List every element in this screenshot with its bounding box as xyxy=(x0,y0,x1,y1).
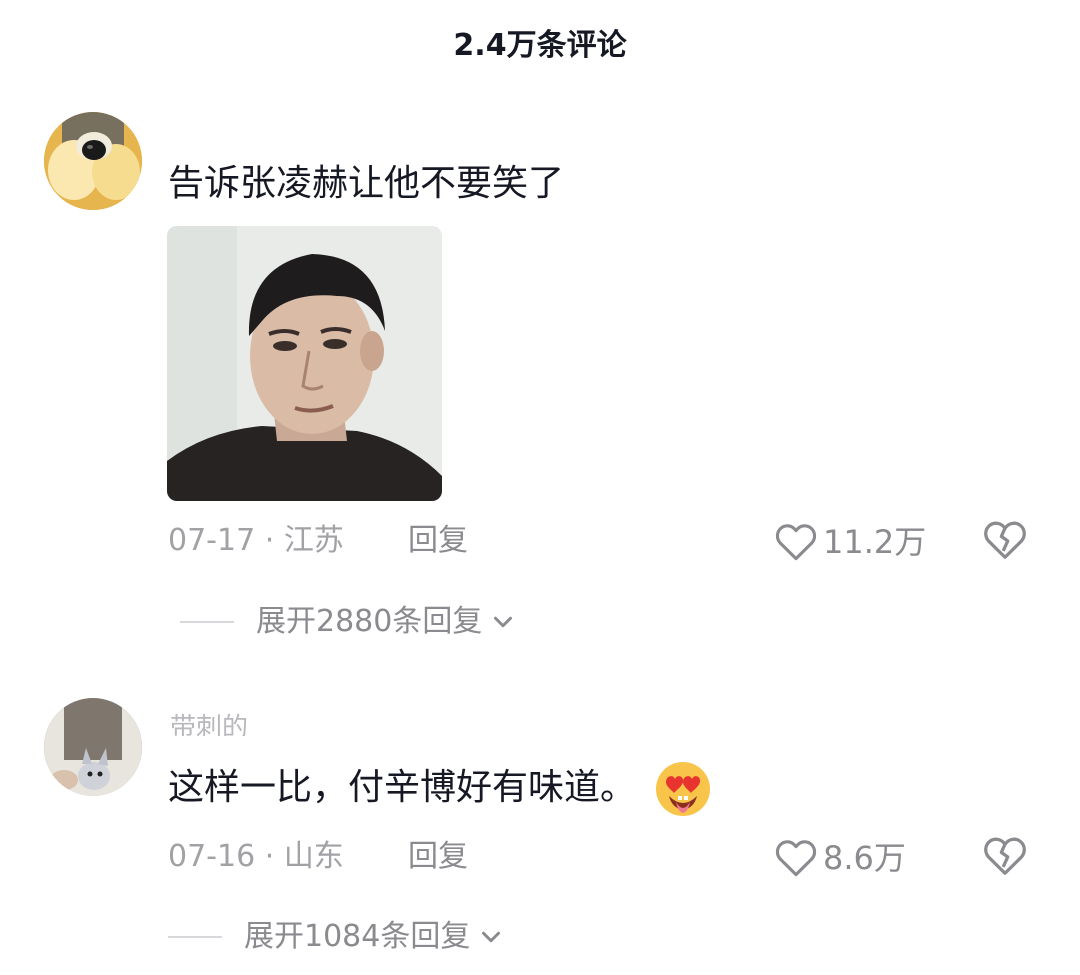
avatar-dog-image xyxy=(44,112,142,210)
chevron-down-icon xyxy=(482,931,501,943)
broken-heart-icon xyxy=(984,521,1026,559)
man-portrait-image xyxy=(167,226,442,501)
comment-image[interactable] xyxy=(167,226,442,501)
chevron-down-icon xyxy=(494,616,513,628)
expand-replies-button[interactable]: 展开2880条回复 xyxy=(180,602,518,642)
expand-divider xyxy=(168,936,222,938)
expand-replies-label: 展开2880条回复 xyxy=(256,604,483,639)
avatar[interactable] xyxy=(44,698,142,796)
comment-date: 07-17 xyxy=(168,523,256,558)
expand-replies-button[interactable]: 展开1084条回复 xyxy=(168,917,506,957)
comment-date: 07-16 xyxy=(168,839,256,874)
heart-eyes-tongue-emoji xyxy=(656,762,711,816)
meta-separator: · xyxy=(264,523,284,558)
broken-heart-icon xyxy=(984,837,1026,875)
comment-text: 告诉张凌赫让他不要笑了 xyxy=(168,163,565,204)
comment-text-content: 这样一比，付辛博好有味道。 xyxy=(168,767,637,808)
comment-text: 这样一比，付辛博好有味道。 xyxy=(168,760,712,818)
comment-location: 江苏 xyxy=(283,523,344,558)
dislike-button[interactable] xyxy=(983,836,1027,880)
avatar-pet-image xyxy=(44,698,142,796)
like-count: 8.6万 xyxy=(823,839,906,877)
heart-outline-icon xyxy=(775,524,817,561)
reply-button[interactable]: 回复 xyxy=(408,837,468,877)
comment-username[interactable]: 带刺的 xyxy=(170,712,248,736)
comment-meta: 07-16 · 山东 回复 xyxy=(168,837,468,877)
like-count: 11.2万 xyxy=(823,523,927,561)
like-button[interactable]: 8.6万 xyxy=(775,836,906,880)
meta-separator: · xyxy=(264,839,284,874)
dislike-button[interactable] xyxy=(983,520,1027,564)
comment-meta: 07-17 · 江苏 回复 xyxy=(168,521,468,561)
expand-replies-label: 展开1084条回复 xyxy=(244,919,471,954)
like-button[interactable]: 11.2万 xyxy=(775,520,926,564)
avatar[interactable] xyxy=(44,112,142,210)
expand-divider xyxy=(180,621,234,623)
reply-button[interactable]: 回复 xyxy=(408,521,468,561)
comments-count-title: 2.4万条评论 xyxy=(453,28,627,63)
heart-outline-icon xyxy=(775,840,817,877)
comment-location: 山东 xyxy=(283,839,344,874)
